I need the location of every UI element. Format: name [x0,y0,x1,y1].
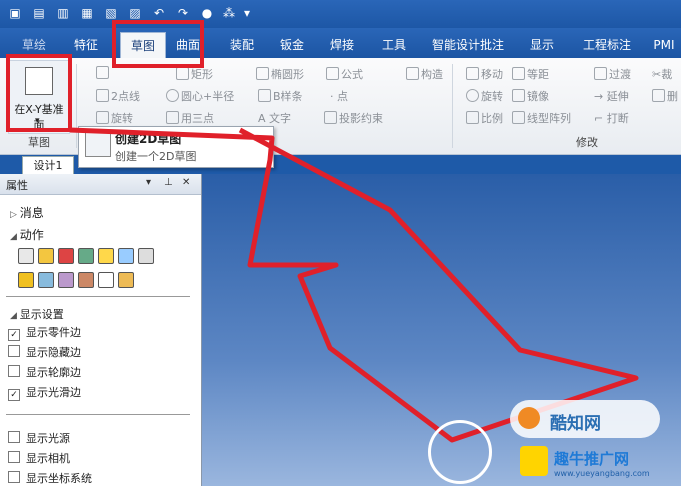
highlight-box-sketch-button [6,54,72,132]
site-logo-icon [520,446,548,476]
highlight-arrow-path [69,127,639,443]
highlight-box-sketch-tab [112,20,204,68]
watermark-brand: 酷知网 [510,400,660,438]
brand-logo-icon [518,407,540,429]
watermark-brand-text: 酷知网 [550,414,601,434]
watermark-swirl-icon [428,420,492,484]
watermark-site-text: 趣牛推广网 [554,450,630,468]
watermark-site: 趣牛推广网 www.yueyangbang.com [520,442,680,482]
watermark-url-text: www.yueyangbang.com [554,469,650,478]
